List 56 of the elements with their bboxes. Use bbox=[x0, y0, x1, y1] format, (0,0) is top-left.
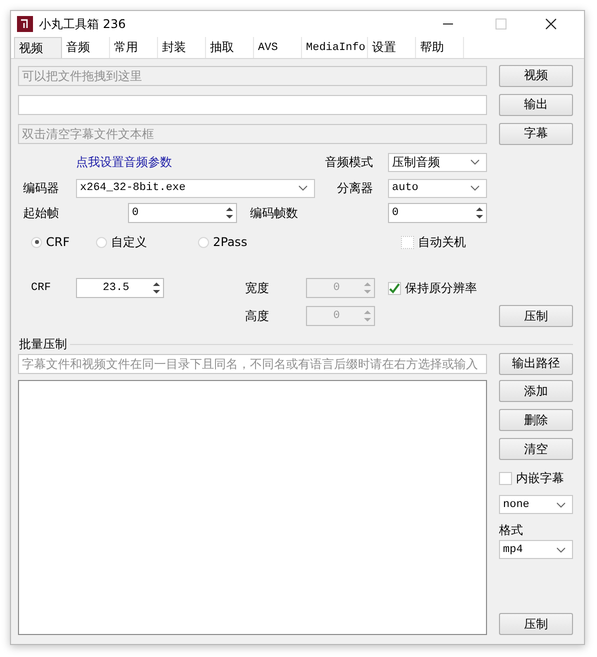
list-button[interactable]: 删除 bbox=[499, 409, 573, 431]
chevron-down-icon[interactable] bbox=[470, 159, 480, 165]
chevron-down-icon[interactable] bbox=[556, 502, 566, 508]
field-label: 编码帧数 bbox=[249, 204, 299, 222]
field-label: 编码器 bbox=[22, 180, 60, 196]
batch-encode-button[interactable]: 压制 bbox=[499, 613, 573, 635]
list-button[interactable]: 添加 bbox=[499, 380, 573, 402]
radio-button[interactable] bbox=[31, 236, 42, 248]
app-icon bbox=[17, 16, 33, 32]
file-button[interactable]: 输出 bbox=[499, 94, 573, 116]
group-title: 批量压制 bbox=[19, 336, 67, 352]
list-button[interactable]: 清空 bbox=[499, 438, 573, 460]
file-button[interactable]: 视频 bbox=[499, 64, 573, 86]
file-button[interactable]: 字幕 bbox=[499, 122, 573, 144]
checkbox[interactable] bbox=[499, 472, 512, 484]
demuxer-dropdown[interactable]: auto bbox=[388, 178, 487, 198]
checkbox[interactable] bbox=[401, 236, 414, 248]
file-field[interactable]: 双击清空字幕文件文本框 bbox=[18, 124, 487, 144]
spin-arrows-icon[interactable] bbox=[225, 206, 234, 220]
radio-label: 自定义 bbox=[111, 234, 147, 250]
window-title: 小丸工具箱 236 bbox=[39, 16, 126, 32]
checkbox-label: 自动关机 bbox=[418, 234, 466, 250]
subtitle-field[interactable]: 字幕文件和视频文件在同一目录下且同名，不同名或有语言后缀时请在右方选择或输入 bbox=[18, 354, 487, 374]
subtitle-dropdown[interactable]: none bbox=[499, 495, 573, 514]
start-frame-spinbox[interactable]: 0 bbox=[128, 203, 237, 223]
chevron-down-icon[interactable] bbox=[298, 185, 308, 191]
radio-label: CRF bbox=[46, 235, 70, 249]
format-dropdown[interactable]: mp4 bbox=[499, 540, 573, 559]
checkbox-label: 保持原分辨率 bbox=[405, 280, 477, 296]
radio-button[interactable] bbox=[96, 236, 107, 248]
field-label: 宽度 bbox=[244, 280, 270, 296]
radio-label: 2Pass bbox=[213, 235, 248, 249]
encode-button[interactable]: 压制 bbox=[499, 305, 573, 327]
audio-mode-dropdown[interactable]: 压制音频 bbox=[388, 152, 487, 172]
field-label: CRF bbox=[30, 282, 52, 294]
field-label: 起始帧 bbox=[22, 204, 60, 222]
frame-count-spinbox[interactable]: 0 bbox=[388, 203, 487, 223]
spin-arrows-icon[interactable] bbox=[475, 206, 484, 220]
output-path-button[interactable]: 输出路径 bbox=[499, 352, 573, 374]
field-label: 格式 bbox=[499, 522, 524, 539]
spin-arrows-icon[interactable] bbox=[152, 281, 161, 295]
field-label: 高度 bbox=[244, 308, 270, 324]
file-field[interactable] bbox=[18, 94, 487, 114]
chevron-down-icon[interactable] bbox=[470, 185, 480, 191]
audio-settings-link[interactable]: 点我设置音频参数 bbox=[76, 154, 172, 168]
chevron-down-icon[interactable] bbox=[556, 546, 566, 552]
checkbox[interactable] bbox=[388, 282, 401, 294]
field-label: 分离器 bbox=[336, 180, 374, 196]
file-field[interactable]: 可以把文件拖拽到这里 bbox=[18, 66, 487, 86]
encoder-dropdown[interactable]: x264_32-8bit.exe bbox=[76, 178, 315, 198]
radio-button[interactable] bbox=[198, 236, 209, 248]
checkbox-label: 内嵌字幕 bbox=[516, 470, 564, 486]
field-label: 音频模式 bbox=[325, 154, 374, 170]
crf-spinbox[interactable]: 23.5 bbox=[76, 278, 164, 298]
tab[interactable]: 视频 bbox=[14, 37, 62, 58]
close-icon[interactable] bbox=[545, 18, 557, 30]
